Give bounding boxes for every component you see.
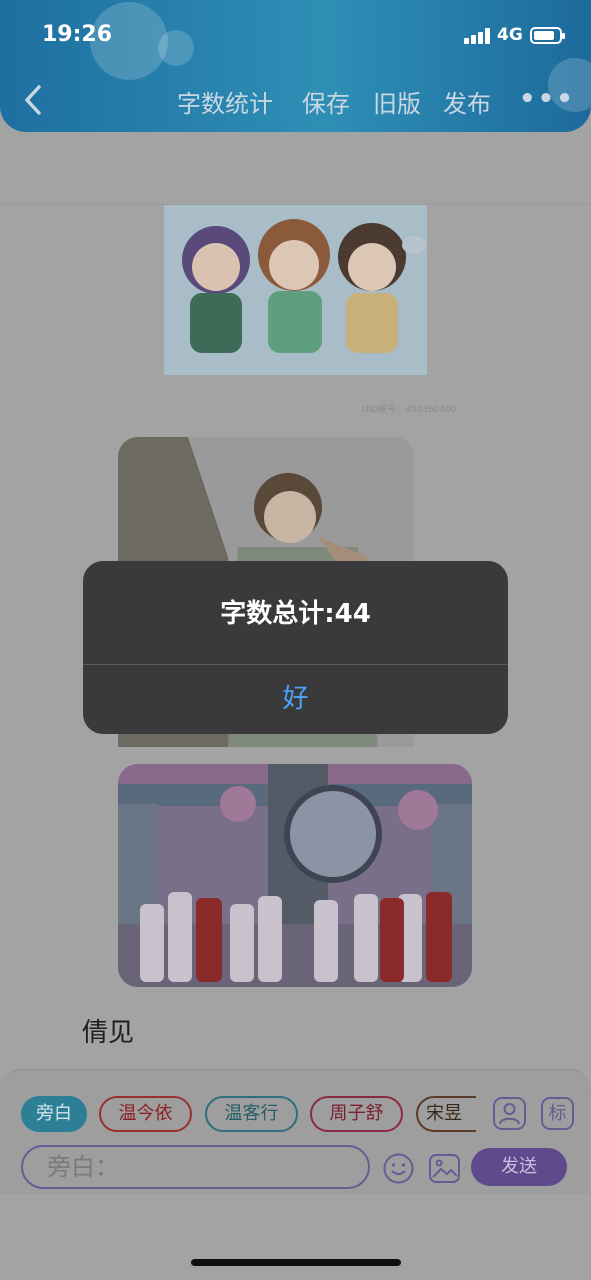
status-time: 19:26 <box>42 22 113 47</box>
story-text: 倩见 <box>82 1018 135 1048</box>
person-icon[interactable] <box>493 1097 526 1130</box>
dialogue-input[interactable]: 旁白： <box>21 1145 370 1189</box>
status-bar: 19:26 4G <box>0 0 591 72</box>
bottom-safe-area <box>0 1194 591 1280</box>
nav-save[interactable]: 保存 <box>302 84 350 119</box>
nav-bar: 字数统计 保存 旧版 发布 ••• <box>0 72 591 130</box>
alert-ok-button[interactable]: 好 <box>83 665 508 734</box>
input-panel: 旁白 温今依 温客行 周子舒 宋昱 标 旁白： 发送 <box>0 1069 591 1194</box>
app-header: 19:26 4G 字数统计 保存 旧版 发布 ••• <box>0 0 591 132</box>
chibi-characters-image[interactable] <box>164 205 427 375</box>
home-indicator[interactable] <box>191 1259 401 1266</box>
nav-word-count[interactable]: 字数统计 <box>177 84 273 119</box>
stage-performance-image[interactable] <box>118 764 472 987</box>
send-button[interactable]: 发送 <box>471 1148 567 1186</box>
role-chip-wen-jinyi[interactable]: 温今依 <box>99 1096 192 1132</box>
nav-publish[interactable]: 发布 <box>443 84 491 119</box>
image-watermark: UID账号：490360400 <box>362 405 457 415</box>
smiley-icon[interactable] <box>382 1152 415 1185</box>
battery-icon <box>530 27 565 44</box>
signal-icon <box>464 28 492 44</box>
role-chip-song-yu[interactable]: 宋昱 <box>416 1096 476 1132</box>
tag-button[interactable]: 标 <box>541 1097 574 1130</box>
more-icon[interactable]: ••• <box>519 84 575 114</box>
role-chip-wen-kexing[interactable]: 温客行 <box>205 1096 298 1132</box>
battery-level <box>534 31 554 40</box>
network-type: 4G <box>497 25 523 45</box>
alert-message: 字数总计:44 <box>220 599 371 629</box>
image-icon[interactable] <box>428 1152 461 1185</box>
role-chip-zhou-zishu[interactable]: 周子舒 <box>310 1096 403 1132</box>
chevron-left-icon[interactable] <box>18 82 48 118</box>
word-count-alert: 字数总计:44 好 <box>83 561 508 734</box>
role-chip-narrator[interactable]: 旁白 <box>21 1096 87 1132</box>
nav-old-version[interactable]: 旧版 <box>373 84 421 119</box>
